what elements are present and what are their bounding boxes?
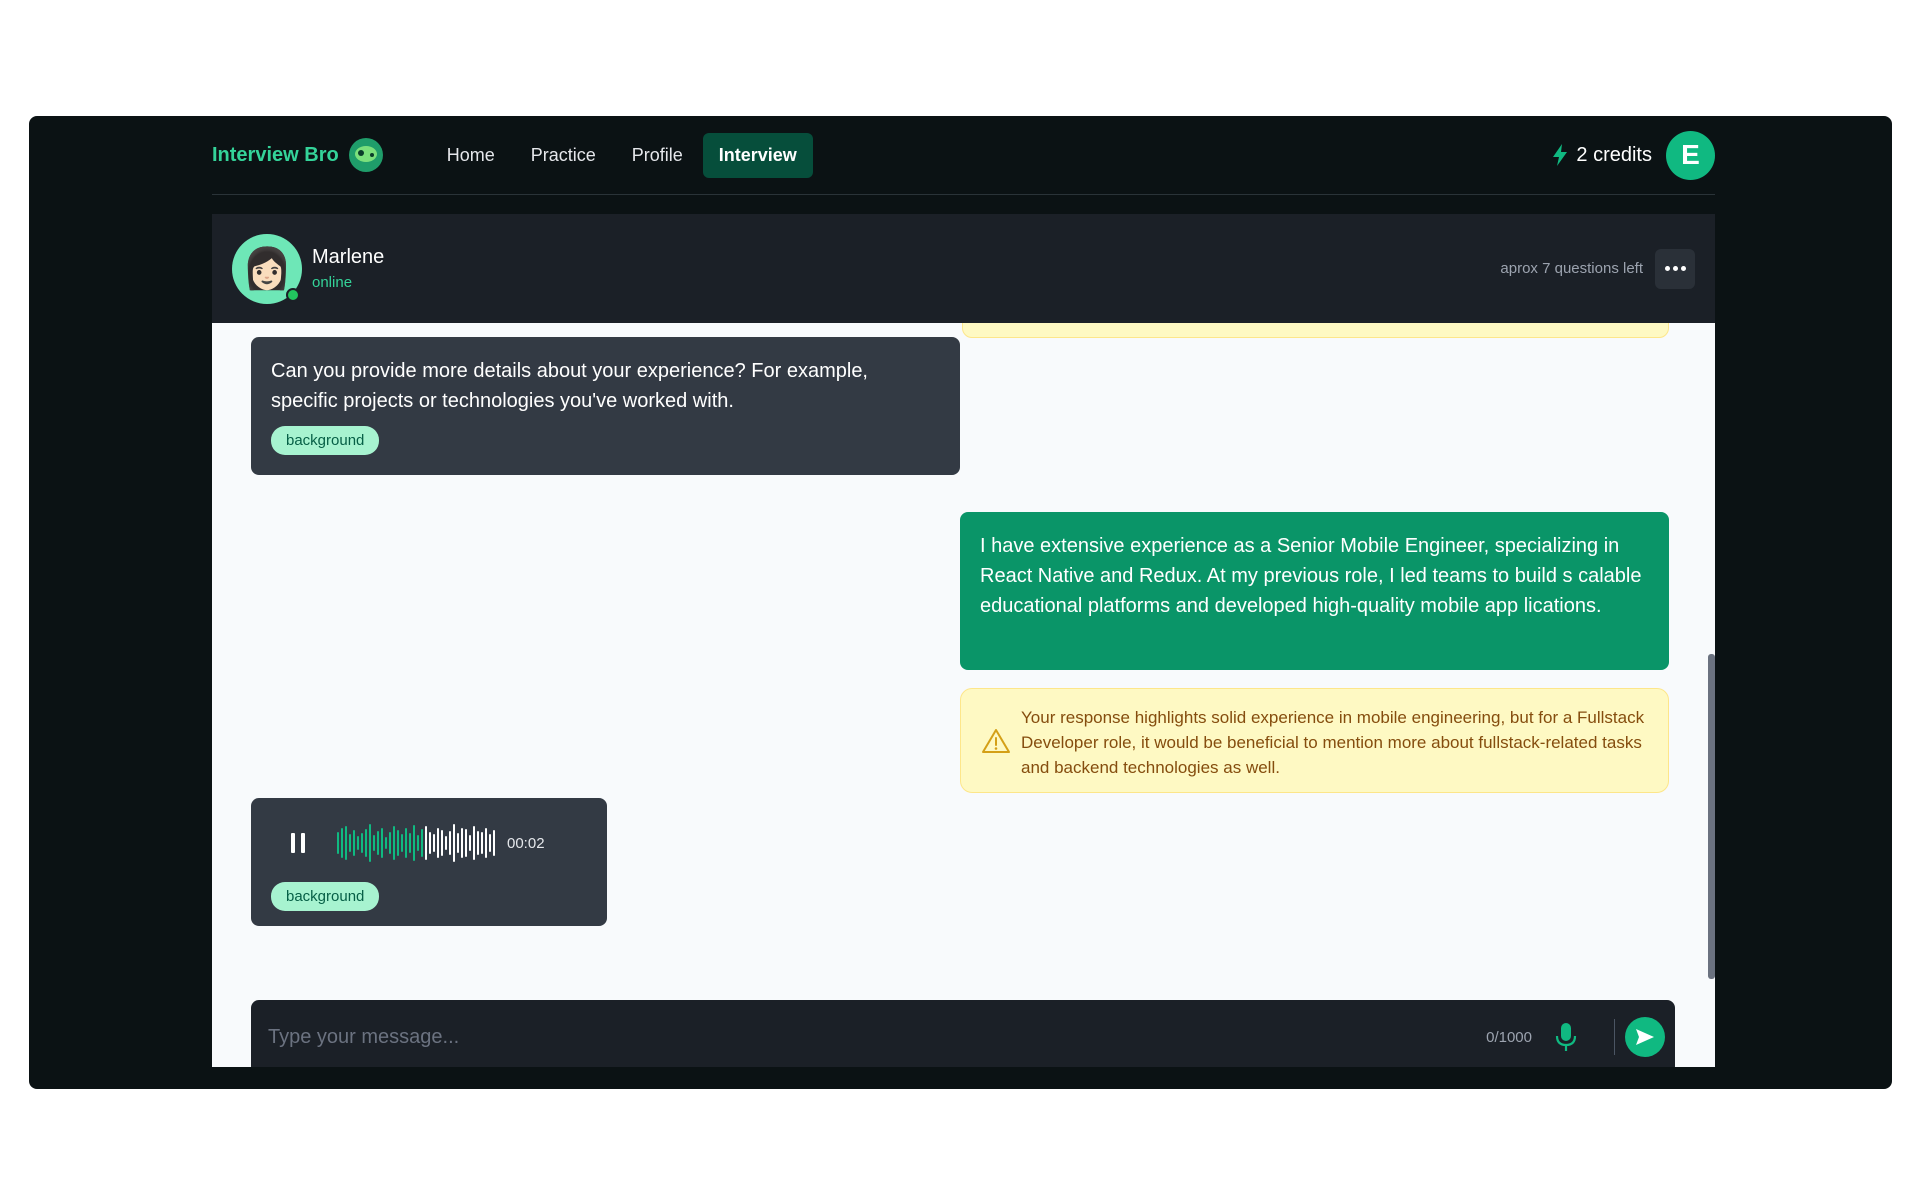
brand[interactable]: Interview Bro [212, 138, 383, 172]
message-input[interactable] [268, 1025, 1487, 1049]
waveform-bar [389, 832, 391, 854]
waveform-bar [397, 830, 399, 856]
warning-icon [982, 729, 1010, 753]
feedback-text: Your response highlights solid experienc… [1021, 708, 1645, 777]
waveform-bar [365, 829, 367, 857]
pause-bar [291, 833, 295, 853]
bolt-icon [1553, 144, 1568, 166]
nav-link-interview[interactable]: Interview [702, 132, 813, 178]
waveform-bar [481, 832, 483, 854]
waveform-bar [421, 829, 423, 857]
nav-link-profile[interactable]: Profile [616, 133, 699, 178]
waveform-bar [409, 833, 411, 853]
interviewer-voice-message: 00:02 background [251, 798, 607, 926]
waveform-bar [489, 834, 491, 852]
microphone-icon[interactable] [1554, 1021, 1578, 1053]
waveform-bar [373, 835, 375, 851]
waveform-bar [401, 834, 403, 852]
send-icon [1636, 1029, 1654, 1045]
waveform-bar [453, 824, 455, 862]
waveform-bar [445, 836, 447, 850]
topic-tag: background [271, 426, 380, 455]
waveform-bar [349, 834, 351, 852]
top-navbar: Interview Bro Home Practice Profile Inte… [212, 116, 1715, 195]
agent-avatar: 👩🏻 [232, 233, 302, 304]
credits-count: 2 credits [1576, 143, 1652, 166]
waveform-bar [341, 828, 343, 858]
waveform-bar [357, 836, 359, 850]
nav-link-home[interactable]: Home [431, 133, 511, 178]
pause-button[interactable] [291, 832, 311, 854]
nav-links: Home Practice Profile Interview [431, 132, 813, 178]
feedback-card: Your response highlights solid experienc… [960, 688, 1669, 793]
waveform-bar [437, 828, 439, 858]
agent-status: online [312, 274, 353, 291]
audio-duration: 00:02 [507, 834, 545, 852]
topic-tag: background [271, 882, 380, 911]
waveform-bar [337, 832, 339, 854]
waveform-bar [485, 828, 487, 858]
waveform-bar [425, 826, 427, 860]
waveform-bar [433, 834, 435, 852]
waveform-bar [441, 830, 443, 856]
waveform-bar [429, 832, 431, 854]
pause-bar [301, 833, 305, 853]
chat-panel: 👩🏻 Marlene online aprox 7 questions left… [212, 214, 1715, 1067]
audio-waveform[interactable] [337, 823, 495, 863]
waveform-bar [469, 835, 471, 851]
waveform-bar [477, 831, 479, 855]
brand-logo-icon [348, 138, 383, 172]
chat-header-right: aprox 7 questions left [1500, 248, 1695, 289]
waveform-bar [393, 826, 395, 860]
waveform-bar [413, 825, 415, 861]
interviewer-message: Can you provide more details about your … [251, 337, 960, 475]
app-window: Interview Bro Home Practice Profile Inte… [29, 116, 1892, 1089]
more-dot [1680, 266, 1686, 271]
chat-header: 👩🏻 Marlene online aprox 7 questions left [212, 214, 1715, 323]
app-container: Interview Bro Home Practice Profile Inte… [212, 116, 1715, 1089]
waveform-bar [493, 830, 495, 856]
waveform-bar [449, 831, 451, 855]
waveform-bar [385, 837, 387, 849]
send-button[interactable] [1625, 1017, 1665, 1057]
voice-player: 00:02 [251, 798, 607, 888]
waveform-bar [473, 826, 475, 860]
waveform-bar [417, 835, 419, 851]
nav-right: 2 credits E [1552, 130, 1715, 180]
message-text: Can you provide more details about your … [271, 360, 868, 412]
online-status-dot [286, 287, 300, 302]
waveform-bar [345, 826, 347, 860]
more-dot [1672, 266, 1678, 271]
questions-left: aprox 7 questions left [1500, 260, 1643, 277]
woman-avatar-icon: 👩🏻 [242, 247, 292, 291]
waveform-bar [405, 828, 407, 858]
character-counter: 0/1000 [1486, 1028, 1532, 1046]
agent-name: Marlene [312, 246, 385, 268]
message-composer: 0/1000 [251, 1000, 1675, 1067]
waveform-bar [377, 831, 379, 855]
agent-info: Marlene online [312, 246, 384, 291]
waveform-bar [461, 828, 463, 858]
waveform-bar [465, 829, 467, 857]
waveform-bar [457, 833, 459, 853]
more-dot [1664, 266, 1670, 271]
waveform-bar [381, 828, 383, 858]
candidate-message: I have extensive experience as a Senior … [960, 512, 1669, 670]
credits-indicator[interactable]: 2 credits [1552, 144, 1652, 167]
waveform-bar [361, 833, 363, 853]
more-options-button[interactable] [1655, 248, 1695, 289]
chat-scrollbar[interactable] [1708, 654, 1715, 979]
composer-divider [1614, 1019, 1615, 1055]
waveform-bar [353, 830, 355, 856]
nav-link-practice[interactable]: Practice [515, 133, 612, 178]
user-avatar[interactable]: E [1666, 130, 1715, 180]
waveform-bar [369, 824, 371, 862]
brand-name: Interview Bro [212, 143, 339, 166]
